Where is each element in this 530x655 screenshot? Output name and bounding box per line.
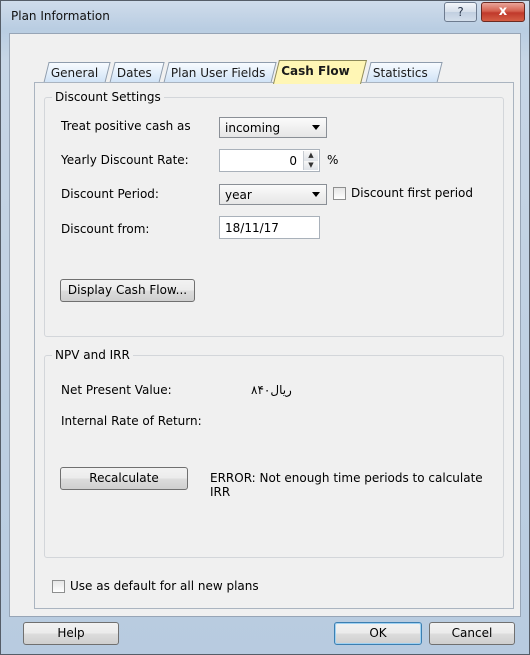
cancel-button[interactable]: Cancel [429, 622, 515, 645]
yearly-rate-stepper[interactable]: 0 ▲ ▼ [219, 149, 320, 172]
discount-from-field[interactable]: 18/11/17 [219, 216, 320, 239]
discount-from-label: Discount from: [61, 222, 150, 236]
spin-up-icon[interactable]: ▲ [304, 151, 318, 161]
question-icon: ? [457, 5, 464, 19]
npv-label: Net Present Value: [61, 383, 172, 397]
window-title: Plan Information [11, 9, 110, 23]
chevron-down-icon [312, 192, 320, 197]
treat-positive-label: Treat positive cash as [61, 119, 191, 133]
recalculate-button[interactable]: Recalculate [60, 467, 188, 490]
npv-irr-title: NPV and IRR [52, 348, 133, 362]
npv-irr-group: NPV and IRR Net Present Value: ریال۸۴۰ I… [44, 348, 504, 558]
discount-settings-title: Discount Settings [52, 90, 164, 104]
rate-spinner[interactable]: ▲ ▼ [303, 151, 318, 170]
title-bar[interactable]: Plan Information ? x [1, 1, 529, 33]
use-as-default-label[interactable]: Use as default for all new plans [70, 579, 259, 593]
chevron-down-icon [312, 125, 320, 130]
spin-down-icon[interactable]: ▼ [304, 160, 318, 170]
discount-first-period-label[interactable]: Discount first period [351, 186, 473, 200]
close-icon: x [498, 4, 508, 19]
treat-positive-select[interactable]: incoming [219, 117, 327, 138]
yearly-rate-label: Yearly Discount Rate: [61, 153, 189, 167]
yearly-rate-value: 0 [289, 154, 297, 168]
npv-value: ریال۸۴۰ [251, 383, 292, 397]
dialog-window: Plan Information ? x General Dates Plan … [0, 0, 530, 655]
tab-general[interactable]: General [43, 62, 111, 83]
discount-period-select[interactable]: year [219, 184, 327, 205]
discount-first-period-checkbox[interactable] [333, 187, 346, 200]
help-title-button[interactable]: ? [444, 2, 477, 22]
irr-error-text: ERROR: Not enough time periods to calcul… [210, 471, 483, 499]
irr-label: Internal Rate of Return: [61, 414, 202, 428]
discount-settings-group: Discount Settings Treat positive cash as… [44, 90, 504, 337]
tab-dates[interactable]: Dates [109, 62, 165, 83]
rate-unit: % [327, 153, 339, 167]
ok-button[interactable]: OK [334, 622, 422, 645]
cash-flow-panel: Discount Settings Treat positive cash as… [34, 82, 514, 609]
close-button[interactable]: x [481, 2, 525, 22]
tab-plan-user-fields[interactable]: Plan User Fields [163, 62, 277, 83]
tab-cash-flow[interactable]: Cash Flow [273, 60, 367, 84]
display-cash-flow-button[interactable]: Display Cash Flow... [60, 279, 195, 302]
use-as-default-checkbox[interactable] [52, 580, 65, 593]
help-button[interactable]: Help [23, 622, 119, 645]
tab-statistics[interactable]: Statistics [365, 62, 443, 83]
dialog-client-area: General Dates Plan User Fields Cash Flow… [9, 33, 521, 617]
discount-period-label: Discount Period: [61, 187, 159, 201]
